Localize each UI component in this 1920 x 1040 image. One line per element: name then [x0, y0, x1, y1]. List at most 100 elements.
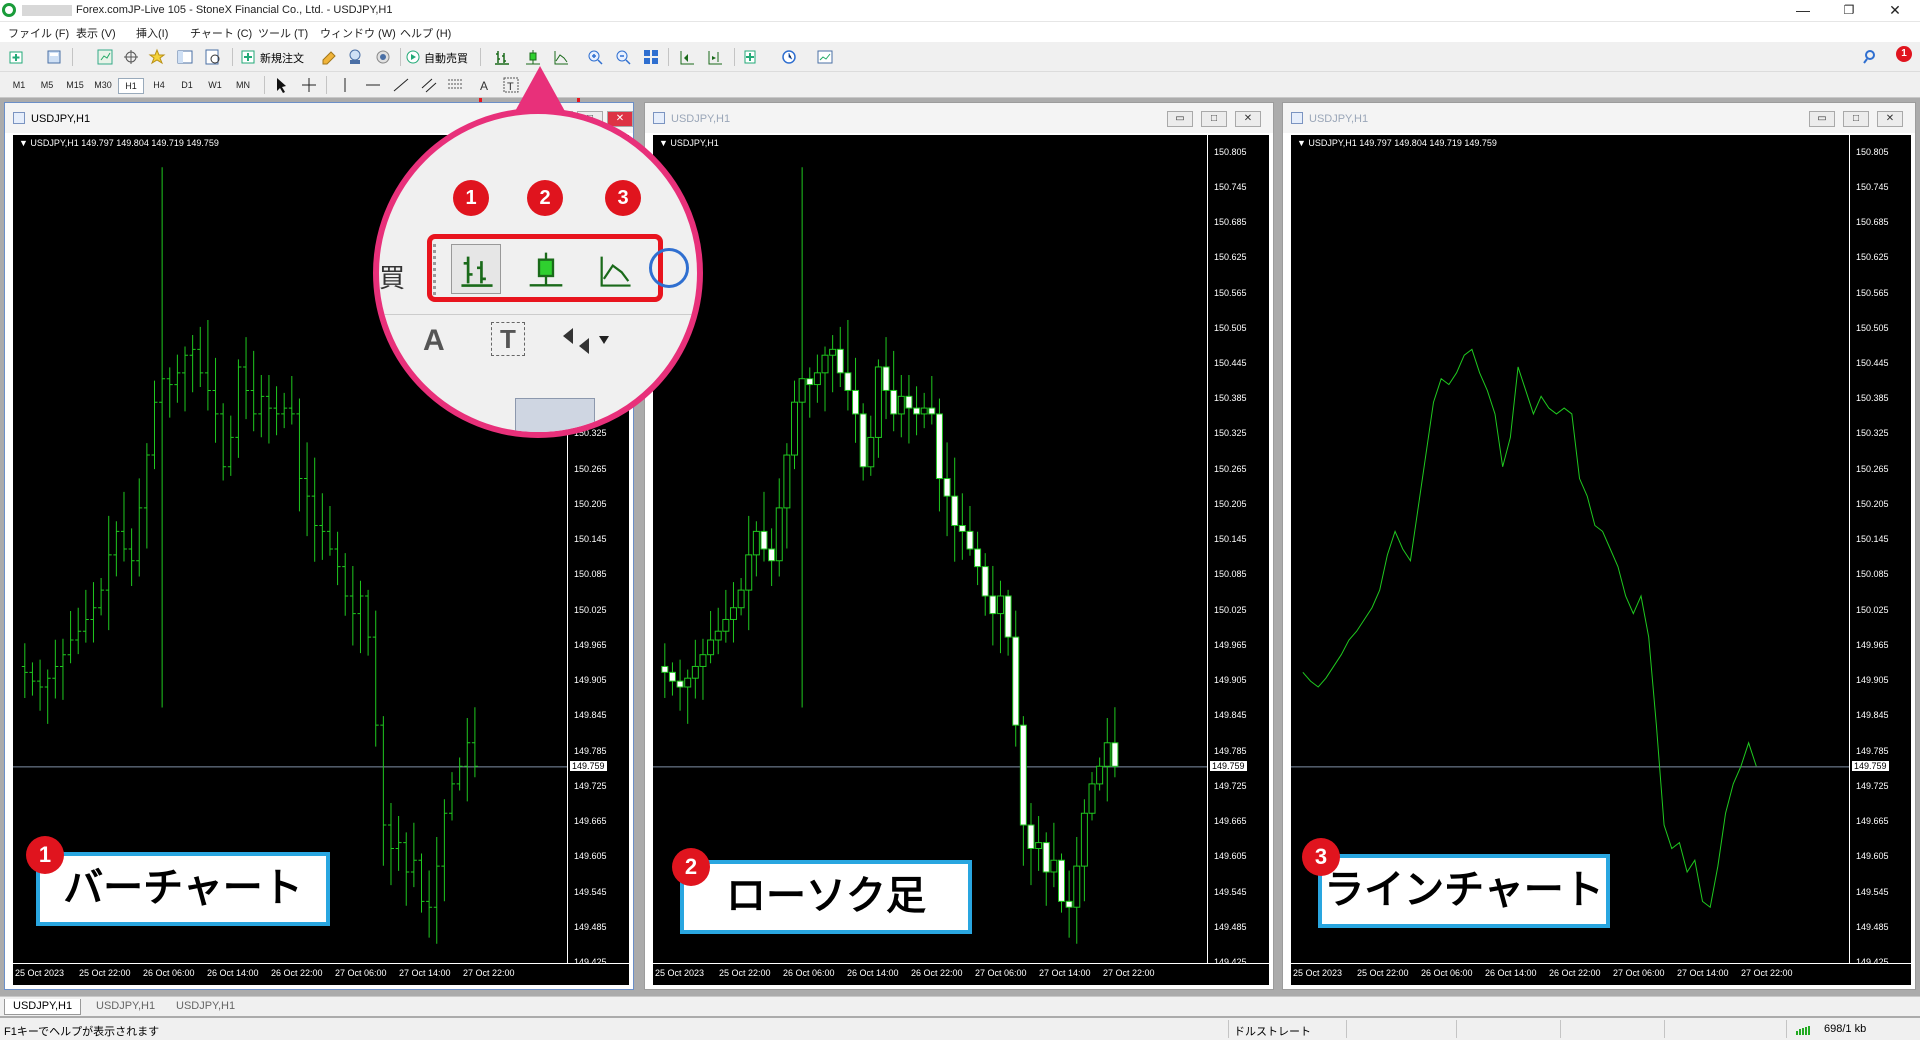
notification-badge[interactable]: 1 [1896, 46, 1912, 62]
time-tick-label: 26 Oct 06:00 [783, 968, 835, 978]
maximize-chart-button[interactable]: □ [1201, 111, 1227, 127]
tab-chart-1[interactable]: USDJPY,H1 [4, 999, 82, 1015]
price-axis[interactable]: 150.805 150.745 150.685 150.625 150.565 150.5… [1207, 135, 1269, 967]
timeframe-m30[interactable]: M30 [90, 78, 116, 92]
cursor-icon[interactable] [272, 76, 290, 94]
time-axis[interactable]: 25 Oct 2023 25 Oct 22:00 26 Oct 06:00 26 Oc… [1291, 963, 1911, 985]
favorites-icon[interactable] [148, 48, 166, 66]
time-axis[interactable]: 25 Oct 2023 25 Oct 22:00 26 Oct 06:00 26 Oc… [653, 963, 1269, 985]
maximize-chart-button[interactable]: □ [1843, 111, 1869, 127]
candle-body [668, 671, 676, 682]
chart-window-candle[interactable]: USDJPY,H1 ▭ □ ✕ ▼ USDJPY,H1 150.805 150.74… [644, 102, 1274, 990]
menu-chart[interactable]: チャート (C) [190, 25, 252, 41]
bar-chart-icon[interactable] [493, 48, 511, 66]
chart-window-icon [653, 112, 665, 124]
vertical-line-icon[interactable] [336, 76, 354, 94]
tile-windows-icon[interactable] [642, 48, 660, 66]
chart-plot-area[interactable]: ▼ USDJPY,H1 [653, 135, 1207, 963]
profiles-icon[interactable] [46, 48, 64, 66]
chart-shift-icon[interactable] [706, 48, 724, 66]
zoom-auto-trade-fragment: 買 [379, 263, 406, 293]
trendline-icon[interactable] [392, 76, 410, 94]
horizontal-line-icon[interactable] [364, 76, 382, 94]
channel-icon[interactable] [420, 76, 438, 94]
auto-trade-icon[interactable] [404, 48, 422, 66]
minimize-chart-button[interactable]: ▭ [1167, 111, 1193, 127]
text-icon[interactable]: A [476, 76, 494, 94]
price-tick-label: 149.965 [1856, 639, 1889, 650]
ohlc-bar [90, 582, 97, 643]
auto-trade-button[interactable]: 自動売買 [424, 50, 468, 66]
timeframe-w1[interactable]: W1 [202, 78, 228, 92]
price-tick-label: 150.505 [1856, 322, 1889, 333]
menu-file[interactable]: ファイル (F) [8, 25, 69, 41]
timeframe-m5[interactable]: M5 [34, 78, 60, 92]
zoom-text-icon: A [423, 324, 445, 357]
market-watch-icon[interactable] [96, 48, 114, 66]
close-chart-button[interactable]: ✕ [1877, 111, 1903, 127]
indicators-icon[interactable] [742, 48, 760, 66]
fibonacci-icon[interactable] [446, 76, 464, 94]
menu-tools[interactable]: ツール (T) [258, 25, 308, 41]
timeframe-h1[interactable]: H1 [118, 78, 144, 94]
price-tick-label: 150.565 [1214, 287, 1247, 298]
price-tick-label: 150.265 [1214, 463, 1247, 474]
ohlc-bar [21, 643, 28, 698]
restore-button[interactable]: ❐ [1826, 0, 1872, 22]
zoom-out-icon[interactable] [614, 48, 632, 66]
autoscroll-icon[interactable] [678, 48, 696, 66]
minimize-chart-button[interactable]: ▭ [1809, 111, 1835, 127]
menu-window[interactable]: ウィンドウ (W) [320, 25, 396, 41]
crosshair-icon[interactable] [122, 48, 140, 66]
menu-help[interactable]: ヘルプ (H) [400, 25, 451, 41]
new-chart-icon[interactable] [8, 48, 26, 66]
close-button[interactable]: ✕ [1872, 0, 1918, 22]
crosshair-tool-icon[interactable] [300, 76, 318, 94]
terminal-icon[interactable] [176, 48, 194, 66]
chart-window-title[interactable]: USDJPY,H1 ▭ □ ✕ [645, 103, 1273, 133]
status-separator [1786, 1020, 1787, 1038]
candle-body [836, 348, 844, 374]
templates-icon[interactable] [816, 48, 834, 66]
line-chart-icon[interactable] [552, 48, 570, 66]
metaeditor-icon[interactable] [320, 48, 338, 66]
close-chart-button[interactable]: ✕ [1235, 111, 1261, 127]
periods-icon[interactable] [780, 48, 798, 66]
menu-view[interactable]: 表示 (V) [76, 25, 116, 41]
candle-body [920, 407, 928, 415]
line-chart-badge: 3 [1302, 838, 1340, 876]
candle-body [813, 372, 821, 386]
price-tick-label: 149.725 [1214, 780, 1247, 791]
new-order-icon[interactable] [240, 48, 258, 66]
timeframe-mn[interactable]: MN [230, 78, 256, 92]
candlestick-icon[interactable] [524, 48, 542, 66]
timeframe-h4[interactable]: H4 [146, 78, 172, 92]
menu-insert[interactable]: 挿入(I) [136, 25, 168, 41]
minimize-button[interactable]: — [1780, 0, 1826, 22]
time-tick-label: 26 Oct 06:00 [1421, 968, 1473, 978]
signals-icon[interactable] [346, 48, 364, 66]
search-icon[interactable] [1862, 48, 1880, 66]
chart-plot-area[interactable]: ▼ USDJPY,H1 149.797 149.804 149.719 149.… [1291, 135, 1849, 963]
market-icon[interactable] [374, 48, 392, 66]
time-tick-label: 27 Oct 06:00 [975, 968, 1027, 978]
tab-chart-2[interactable]: USDJPY,H1 [88, 999, 163, 1015]
tab-chart-3[interactable]: USDJPY,H1 [168, 999, 243, 1015]
timeframe-m15[interactable]: M15 [62, 78, 88, 92]
time-axis[interactable]: 25 Oct 2023 25 Oct 22:00 26 Oct 06:00 26 Oc… [13, 963, 629, 985]
price-tick-label: 150.205 [1214, 498, 1247, 509]
price-tick-label: 149.785 [1856, 745, 1889, 756]
price-tick-label: 149.485 [1856, 921, 1889, 932]
zoom-in-icon[interactable] [586, 48, 604, 66]
ohlc-bar [29, 662, 36, 696]
timeframe-d1[interactable]: D1 [174, 78, 200, 92]
chart-window-title[interactable]: USDJPY,H1 ▭ □ ✕ [1283, 103, 1915, 133]
status-traffic: 698/1 kb [1824, 1023, 1867, 1035]
timeframe-m1[interactable]: M1 [6, 78, 32, 92]
ohlc-bar [235, 359, 242, 458]
new-order-button[interactable]: 新規注文 [260, 50, 304, 66]
price-axis[interactable]: 150.805 150.745 150.685 150.625 150.565 150.5… [1849, 135, 1911, 967]
chart-window-icon [13, 112, 25, 124]
strategy-tester-icon[interactable] [204, 48, 222, 66]
candle-body [791, 401, 798, 456]
